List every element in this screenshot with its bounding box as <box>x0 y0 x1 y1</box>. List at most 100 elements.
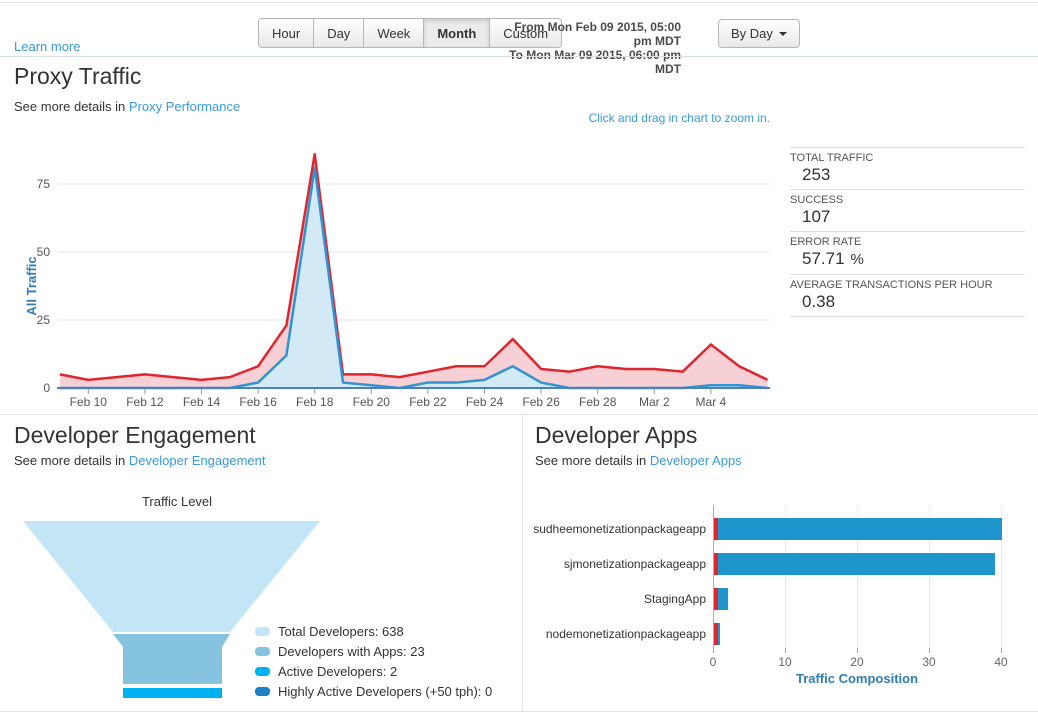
x-tick-label: Mar 4 <box>696 395 727 409</box>
x-tick-label: Feb 12 <box>126 395 164 409</box>
subtitle-text: See more details in <box>535 453 650 468</box>
chart-zoom-hint: Click and drag in chart to zoom in. <box>588 111 770 125</box>
x-tick-label: Feb 18 <box>296 395 334 409</box>
funnel-legend: Total Developers: 638 Developers with App… <box>255 621 492 701</box>
dev-apps-title: Developer Apps <box>535 422 698 448</box>
legend-swatch-icon <box>255 626 270 636</box>
bar-label: sjmonetizationpackageapp <box>563 556 706 571</box>
bar-row: sudheemonetizationpackageapp <box>530 511 1030 546</box>
stat-error-rate: ERROR RATE 57.71% <box>790 231 1025 274</box>
bottom-border <box>0 711 1038 712</box>
x-tick <box>929 648 930 653</box>
bar-segment-traffic <box>717 587 729 610</box>
stat-label: TOTAL TRAFFIC <box>790 152 874 164</box>
stat-label: ERROR RATE <box>790 236 862 248</box>
x-tick-label: Feb 24 <box>466 395 504 409</box>
granularity-dropdown-button[interactable]: By Day <box>718 19 800 48</box>
proxy-traffic-stats: TOTAL TRAFFIC 253 SUCCESS 107 ERROR RATE… <box>790 147 1025 317</box>
funnel-segment <box>123 688 222 698</box>
vertical-divider <box>522 415 523 711</box>
dev-engagement-link[interactable]: Developer Engagement <box>129 453 266 468</box>
x-tick-label: 30 <box>922 655 936 669</box>
legend-swatch-icon <box>255 646 270 656</box>
legend-label: Developers with Apps: 23 <box>278 643 425 659</box>
stat-success: SUCCESS 107 <box>790 189 1025 231</box>
proxy-traffic-chart[interactable]: Feb 10 Feb 12 Feb 14 Feb 16 Feb 18 Feb 20 Feb … <box>0 147 780 409</box>
funnel-segment <box>23 521 320 632</box>
stat-value: 107 <box>802 207 831 226</box>
legend-row: Active Developers: 2 <box>255 661 492 681</box>
legend-row: Total Developers: 638 <box>255 621 492 641</box>
stat-value: 253 <box>802 165 831 184</box>
stat-label: AVERAGE TRANSACTIONS PER HOUR <box>790 279 993 291</box>
proxy-traffic-title: Proxy Traffic <box>14 63 142 89</box>
x-tick <box>857 648 858 653</box>
date-range-text: From Mon Feb 09 2015, 05:00 pm MDT To Mo… <box>495 20 681 76</box>
range-button-day[interactable]: Day <box>313 18 365 48</box>
x-tick-label: Feb 16 <box>239 395 277 409</box>
date-to: To Mon Mar 09 2015, 06:00 pm MDT <box>509 48 681 76</box>
section-divider <box>0 414 1038 415</box>
analytics-dashboard: Learn more Hour Day Week Month Custom From M… <box>0 0 1038 717</box>
total-traffic-area <box>60 154 768 388</box>
bar-segment-traffic <box>717 622 721 645</box>
bar <box>714 587 729 610</box>
x-tick <box>1001 648 1002 653</box>
granularity-label: By Day <box>731 26 773 41</box>
funnel-title: Traffic Level <box>141 494 213 509</box>
x-tick-label: Feb 10 <box>70 395 108 409</box>
total-traffic-line <box>59 152 769 382</box>
range-button-month[interactable]: Month <box>423 18 491 48</box>
proxy-traffic-subtitle: See more details in Proxy Performance <box>14 99 240 114</box>
bar-segment-traffic <box>717 552 995 575</box>
x-tick <box>713 648 714 653</box>
developer-apps-chart: Traffic Composition sudheemonetizationpa… <box>530 505 1030 695</box>
bar-label: sudheemonetizationpackageapp <box>533 521 706 536</box>
bar <box>714 622 721 645</box>
x-tick-label: Mar 2 <box>639 395 670 409</box>
bar <box>714 517 1002 540</box>
x-tick <box>785 648 786 653</box>
range-button-hour[interactable]: Hour <box>258 18 315 48</box>
legend-row: Developers with Apps: 23 <box>255 641 492 661</box>
toolbar-divider <box>0 56 1038 57</box>
proxy-performance-link[interactable]: Proxy Performance <box>129 99 240 114</box>
x-tick-label: Feb 20 <box>353 395 391 409</box>
x-tick-label: Feb 28 <box>579 395 617 409</box>
legend-swatch-icon <box>255 666 270 676</box>
dev-apps-subtitle: See more details in Developer Apps <box>535 453 742 468</box>
x-tick-label: Feb 22 <box>409 395 447 409</box>
legend-label: Active Developers: 2 <box>278 663 398 679</box>
subtitle-text: See more details in <box>14 99 129 114</box>
success-line <box>60 166 768 390</box>
legend-label: Total Developers: 638 <box>278 623 404 639</box>
bar-row: sjmonetizationpackageapp <box>530 546 1030 581</box>
bar <box>714 552 995 575</box>
bar-segment-traffic <box>717 517 1002 540</box>
stat-label: SUCCESS <box>790 194 844 206</box>
bar-row: nodemonetizationpackageapp <box>530 616 1030 651</box>
caret-down-icon <box>778 31 787 36</box>
x-tick-label: 10 <box>778 655 792 669</box>
x-tick-label: Feb 26 <box>522 395 560 409</box>
y-tick-label: 0 <box>43 381 50 395</box>
success-area <box>60 167 768 388</box>
learn-more-link[interactable]: Learn more <box>14 39 80 54</box>
dev-engagement-subtitle: See more details in Developer Engagement <box>14 453 266 468</box>
range-button-week[interactable]: Week <box>363 18 425 48</box>
bar-row: StagingApp <box>530 581 1030 616</box>
bar-label: StagingApp <box>643 591 706 606</box>
stat-total-traffic: TOTAL TRAFFIC 253 <box>790 147 1025 189</box>
x-tick-label: 40 <box>994 655 1008 669</box>
top-border <box>0 2 1038 3</box>
legend-row: Highly Active Developers (+50 tph): 0 <box>255 681 492 701</box>
y-axis-title: All Traffic <box>24 256 39 315</box>
x-tick-label: 0 <box>709 655 717 669</box>
subtitle-text: See more details in <box>14 453 129 468</box>
legend-swatch-icon <box>255 686 270 696</box>
date-from: From Mon Feb 09 2015, 05:00 pm MDT <box>514 20 681 48</box>
bar-label: nodemonetizationpackageapp <box>545 626 706 641</box>
x-tick-label: Feb 14 <box>183 395 221 409</box>
dev-apps-link[interactable]: Developer Apps <box>650 453 742 468</box>
funnel-segment <box>113 634 230 684</box>
